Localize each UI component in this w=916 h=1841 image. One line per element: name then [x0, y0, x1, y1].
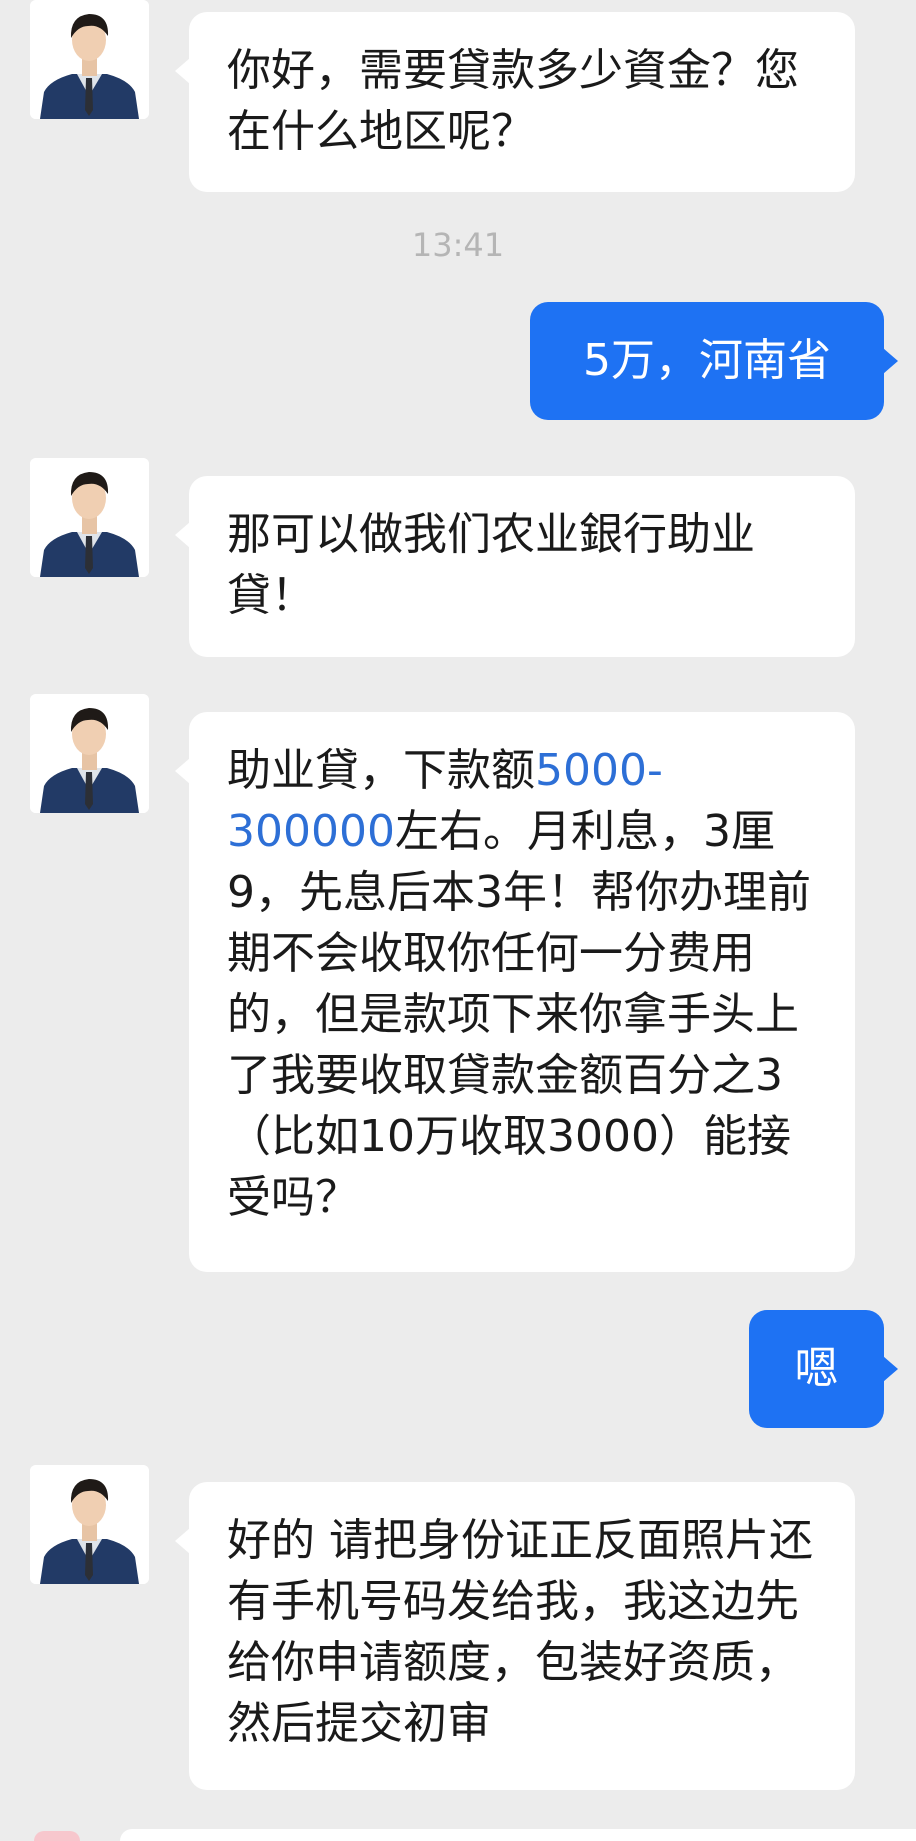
contact-avatar[interactable]: [30, 1465, 149, 1584]
message-text-rest: 左右。月利息，3厘9，先息后本3年！帮你办理前期不会收取你任何一分费用的，但是款…: [227, 806, 811, 1223]
message-text: 你好，需要貸款多少資金？您在什么地区呢？: [227, 45, 799, 157]
message-text: 好的 请把身份证正反面照片还有手机号码发给我，我这边先给你申请额度，包装好资质，…: [227, 1515, 813, 1749]
message-bubble-incoming[interactable]: 好的 请把身份证正反面照片还有手机号码发给我，我这边先给你申请额度，包装好资质，…: [175, 1482, 855, 1790]
emoji-icon[interactable]: [34, 1831, 80, 1841]
message-bubble-outgoing[interactable]: 嗯: [749, 1310, 898, 1428]
message-bubble-outgoing[interactable]: 5万，河南省: [530, 302, 898, 420]
message-text: 那可以做我们农业銀行助业貸！: [227, 509, 755, 621]
message-bubble-incoming[interactable]: 你好，需要貸款多少資金？您在什么地区呢？: [175, 12, 855, 192]
chat-conversation: 你好，需要貸款多少資金？您在什么地区呢？ 13:41 5万，河南省 那可以做我们…: [0, 0, 916, 1841]
contact-avatar[interactable]: [30, 0, 149, 119]
input-bar-edge: [0, 1825, 916, 1841]
contact-avatar[interactable]: [30, 458, 149, 577]
message-input[interactable]: [120, 1829, 916, 1841]
message-text: 5万，河南省: [583, 335, 831, 386]
message-text: 嗯: [794, 1343, 839, 1394]
chat-timestamp: 13:41: [411, 226, 505, 264]
message-bubble-incoming[interactable]: 助业貸，下款额5000-300000左右。月利息，3厘9，先息后本3年！帮你办理…: [175, 712, 855, 1272]
contact-avatar[interactable]: [30, 694, 149, 813]
message-bubble-incoming[interactable]: 那可以做我们农业銀行助业貸！: [175, 476, 855, 657]
message-text-start: 助业貸，下款额: [227, 745, 535, 796]
